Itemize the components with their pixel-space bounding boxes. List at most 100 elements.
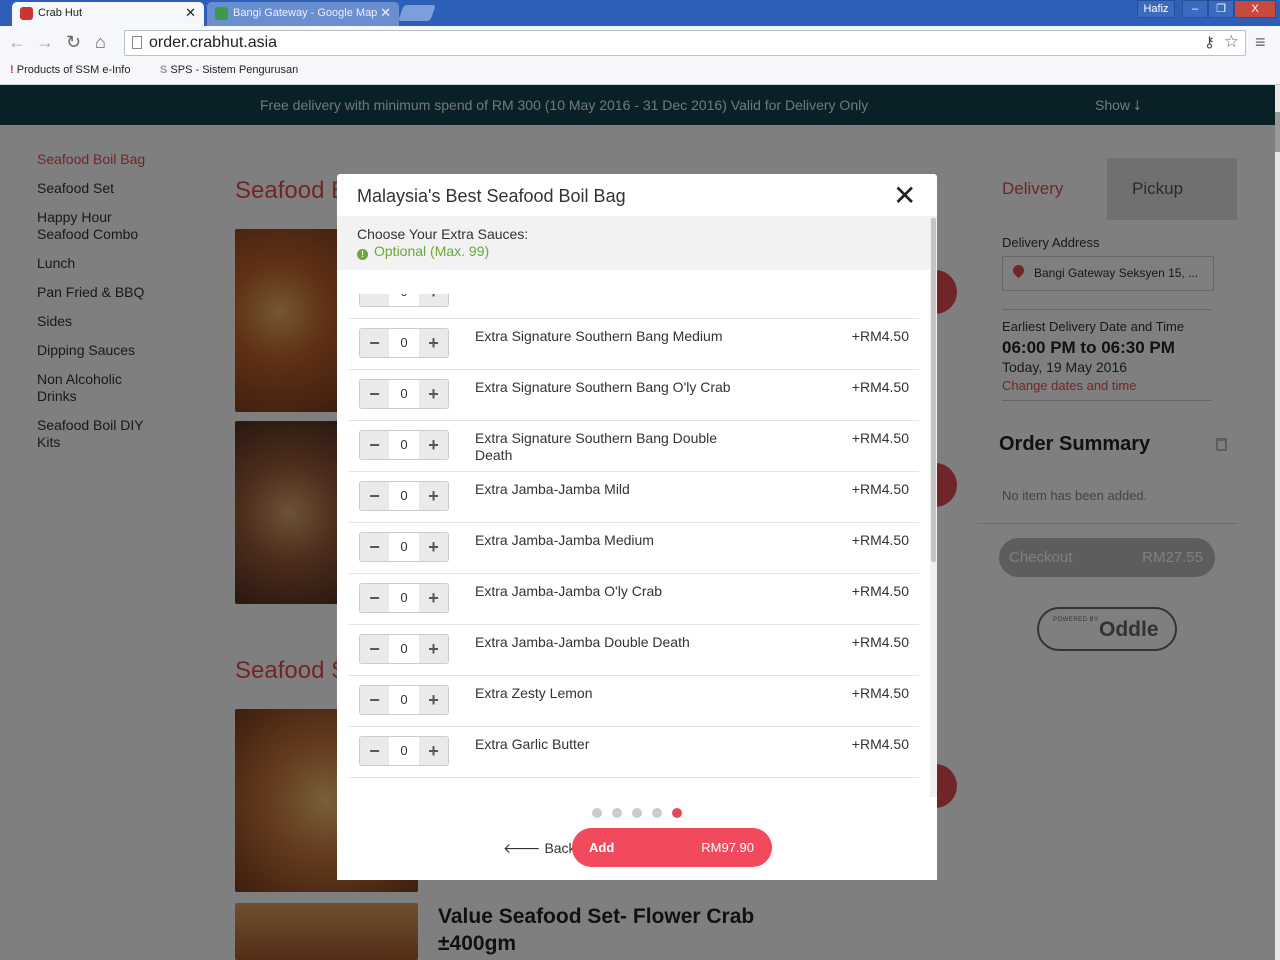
ssm-favicon-icon: !: [10, 64, 14, 76]
quantity-value[interactable]: 0: [389, 686, 419, 714]
option-rule-text: Optional (Max. 99): [374, 243, 490, 259]
quantity-stepper: −0+: [359, 736, 449, 766]
forward-arrow-icon[interactable]: →: [36, 32, 54, 52]
step-dot[interactable]: [632, 808, 642, 818]
quantity-value[interactable]: 0: [389, 533, 419, 561]
option-group-title: Choose Your Extra Sauces:: [357, 226, 529, 242]
step-dot[interactable]: [612, 808, 622, 818]
sauce-name: Extra Jamba-Jamba Double Death: [475, 634, 690, 650]
add-to-cart-button[interactable]: Add RM97.90: [572, 828, 772, 867]
browser-chrome: Crab Hut ✕ Bangi Gateway - Google Map ✕ …: [0, 0, 1280, 85]
page-icon: [132, 36, 142, 49]
tab-title: Bangi Gateway - Google Map: [233, 7, 378, 19]
option-group-header: Choose Your Extra Sauces: ! Optional (Max…: [337, 216, 930, 270]
tab-bar: Crab Hut ✕ Bangi Gateway - Google Map ✕ …: [0, 0, 1280, 26]
minus-icon[interactable]: −: [360, 329, 389, 357]
google-maps-favicon-icon: [215, 7, 228, 20]
url-text[interactable]: order.crabhut.asia: [149, 34, 277, 52]
sauce-option-row: −0 + Extra Signature Southern Bang Medium +…: [349, 319, 919, 370]
browser-tab-crab-hut[interactable]: Crab Hut ✕: [12, 2, 204, 26]
plus-icon[interactable]: +: [419, 584, 448, 612]
minus-icon[interactable]: −: [360, 635, 389, 663]
profile-button[interactable]: Hafiz: [1137, 0, 1175, 18]
back-button[interactable]: 🡐 Back: [503, 840, 576, 857]
page-scrollbar[interactable]: [1275, 85, 1280, 960]
quantity-stepper: −0+: [359, 379, 449, 409]
home-icon[interactable]: ⌂: [95, 32, 106, 52]
step-dot[interactable]: [652, 808, 662, 818]
menu-icon[interactable]: ≡: [1255, 32, 1266, 52]
minus-icon[interactable]: −: [360, 584, 389, 612]
sauce-price: +RM4.50: [851, 328, 909, 344]
back-label: Back: [544, 840, 576, 856]
quantity-stepper: −0+: [359, 634, 449, 664]
close-tab-icon[interactable]: ✕: [185, 2, 196, 24]
crab-hut-favicon-icon: [20, 7, 33, 20]
close-window-button[interactable]: X: [1234, 0, 1276, 18]
modal-title: Malaysia's Best Seafood Boil Bag: [357, 186, 626, 206]
bookmark-sps[interactable]: S SPS - Sistem Pengurusan: [160, 64, 298, 76]
add-price: RM97.90: [701, 840, 754, 855]
minus-icon[interactable]: −: [360, 294, 389, 306]
sauce-price: +RM4.50: [851, 583, 909, 599]
modal-footer: 🡐 Back Add RM97.90: [337, 797, 937, 880]
arrow-left-icon: 🡐: [503, 840, 545, 856]
plus-icon[interactable]: +: [419, 329, 448, 357]
sauce-option-row: −0 + Extra Jamba-Jamba Double Death +RM4.50: [349, 625, 919, 676]
quantity-value[interactable]: 0: [389, 584, 419, 612]
add-label: Add: [589, 840, 615, 855]
quantity-value[interactable]: 0: [389, 635, 419, 663]
reload-icon[interactable]: ↻: [66, 32, 81, 52]
step-dot[interactable]: [592, 808, 602, 818]
minus-icon[interactable]: −: [360, 737, 389, 765]
minus-icon[interactable]: −: [360, 380, 389, 408]
quantity-value[interactable]: 0: [389, 329, 419, 357]
sauce-option-row: −0 + Extra Signature Southern Bang Double …: [349, 421, 919, 472]
restore-button[interactable]: ❐: [1208, 0, 1234, 18]
quantity-value[interactable]: 0: [389, 737, 419, 765]
sauce-option-row: −0 + Extra Jamba-Jamba Medium +RM4.50: [349, 523, 919, 574]
minus-icon[interactable]: −: [360, 686, 389, 714]
address-bar[interactable]: order.crabhut.asia ⚷ ☆: [124, 30, 1246, 56]
minus-icon[interactable]: −: [360, 533, 389, 561]
star-icon[interactable]: ☆: [1224, 32, 1239, 52]
bookmark-label: SPS - Sistem Pengurusan: [170, 64, 299, 76]
minimize-button[interactable]: –: [1182, 0, 1208, 18]
minus-icon[interactable]: −: [360, 431, 389, 459]
plus-icon[interactable]: +: [419, 635, 448, 663]
sauce-name: Extra Signature Southern Bang Double Dea…: [475, 430, 718, 463]
quantity-stepper: −0+: [359, 328, 449, 358]
close-icon[interactable]: ✕: [893, 182, 916, 210]
plus-icon[interactable]: +: [419, 380, 448, 408]
plus-icon[interactable]: +: [419, 533, 448, 561]
quantity-stepper: −0+: [359, 430, 449, 460]
new-tab-button[interactable]: [398, 5, 436, 21]
tab-title: Crab Hut: [38, 7, 83, 19]
bookmark-ssm[interactable]: ! Products of SSM e-Info: [10, 64, 130, 76]
quantity-value[interactable]: 0: [389, 482, 419, 510]
sauce-name: Extra Jamba-Jamba O'ly Crab: [475, 583, 663, 599]
sauce-option-row: −0 + Extra Zesty Lemon +RM4.50: [349, 676, 919, 727]
quantity-stepper: −0+: [359, 685, 449, 715]
sauce-price: +RM4.50: [851, 685, 909, 701]
minus-icon[interactable]: −: [360, 482, 389, 510]
back-arrow-icon[interactable]: ←: [8, 32, 26, 52]
plus-icon[interactable]: +: [419, 431, 448, 459]
plus-icon[interactable]: +: [419, 737, 448, 765]
step-dot[interactable]: [672, 808, 682, 818]
sauce-name: Extra Jamba-Jamba Mild: [475, 481, 630, 497]
browser-tab-google-maps[interactable]: Bangi Gateway - Google Map ✕: [207, 2, 399, 26]
quantity-value[interactable]: 0: [389, 380, 419, 408]
sauce-name: Extra Garlic Butter: [475, 736, 590, 752]
key-icon[interactable]: ⚷: [1204, 33, 1215, 51]
quantity-value[interactable]: 0: [389, 431, 419, 459]
page-scrollbar-thumb[interactable]: [1275, 112, 1280, 152]
plus-icon[interactable]: +: [419, 482, 448, 510]
quantity-value[interactable]: 0: [389, 294, 419, 306]
modal-scrollbar-thumb[interactable]: [931, 218, 936, 562]
plus-icon[interactable]: +: [419, 294, 448, 306]
close-tab-icon[interactable]: ✕: [380, 2, 391, 24]
plus-icon[interactable]: +: [419, 686, 448, 714]
sauce-name: Extra Signature Southern Bang Medium: [475, 328, 723, 344]
bookmark-label: Products of SSM e-Info: [16, 64, 131, 76]
